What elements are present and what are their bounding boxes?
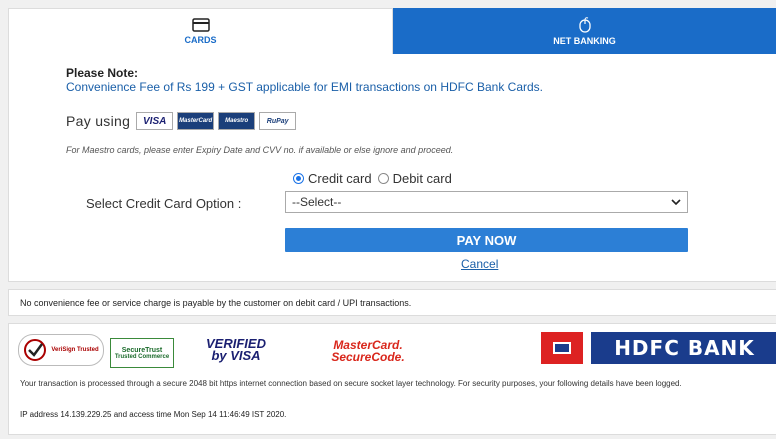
credit-card-radio[interactable]: [293, 173, 304, 184]
tab-cards[interactable]: CARDS: [8, 8, 393, 54]
hdfc-bank-logo: HDFC BANK: [541, 330, 776, 366]
verified-by-visa-logo: VERIFIED by VISA: [196, 334, 276, 366]
mastercard-securecode-line-2: SecureCode.: [331, 350, 405, 364]
credit-card-radio-label[interactable]: Credit card: [308, 171, 372, 186]
mastercard-logo: MasterCard: [177, 112, 215, 130]
hdfc-emblem: [541, 332, 583, 364]
maestro-note: For Maestro cards, please enter Expiry D…: [66, 145, 454, 155]
mastercard-securecode-logo: MasterCard. SecureCode.: [318, 338, 418, 364]
security-notice: Your transaction is processed through a …: [20, 379, 682, 388]
securetrust-seal-subtitle: Trusted Commerce: [114, 353, 170, 360]
security-logos: VeriSign Trusted SecureTrust Trusted Com…: [18, 330, 776, 370]
chevron-down-icon: [671, 199, 681, 205]
rupay-logo: RuPay: [259, 112, 297, 130]
maestro-logo: Maestro: [218, 112, 256, 130]
mouse-icon: [578, 16, 591, 33]
tab-cards-label: CARDS: [184, 35, 217, 45]
select-value: --Select--: [292, 195, 342, 209]
card-type-radios: Credit card Debit card: [293, 171, 458, 186]
visa-logo: VISA: [136, 112, 174, 130]
hdfc-bank-name: HDFC BANK: [591, 332, 776, 364]
payment-tabs: CARDS NET BANKING: [8, 8, 776, 54]
pay-using-row: Pay using VISA MasterCard Maestro RuPay: [66, 112, 300, 130]
pay-using-label: Pay using: [66, 113, 131, 129]
debit-card-radio[interactable]: [377, 173, 389, 184]
credit-card-option-select[interactable]: --Select--: [285, 191, 688, 213]
select-option-label: Select Credit Card Option :: [86, 196, 242, 211]
pay-now-button[interactable]: PAY NOW: [285, 228, 688, 252]
securetrust-seal-title: SecureTrust: [121, 346, 163, 354]
convenience-fee-note: Convenience Fee of Rs 199 + GST applicab…: [66, 80, 544, 94]
note-title: Please Note:: [66, 66, 139, 80]
verisign-seal: VeriSign Trusted: [18, 334, 104, 366]
debit-card-radio-label[interactable]: Debit card: [393, 171, 452, 186]
checkmark-icon: [24, 339, 47, 361]
verified-by-visa-line-2: by VISA: [211, 348, 261, 363]
securetrust-seal: SecureTrust Trusted Commerce: [110, 338, 174, 368]
ip-log-notice: IP address 14.139.229.25 and access time…: [20, 410, 287, 419]
tab-net-banking-label: NET BANKING: [553, 35, 616, 46]
fee-note: No convenience fee or service charge is …: [20, 298, 412, 308]
verisign-seal-label: VeriSign Trusted: [51, 347, 99, 353]
cancel-link[interactable]: Cancel: [461, 257, 498, 271]
tab-net-banking[interactable]: NET BANKING: [393, 8, 776, 54]
credit-card-icon: [191, 18, 210, 32]
